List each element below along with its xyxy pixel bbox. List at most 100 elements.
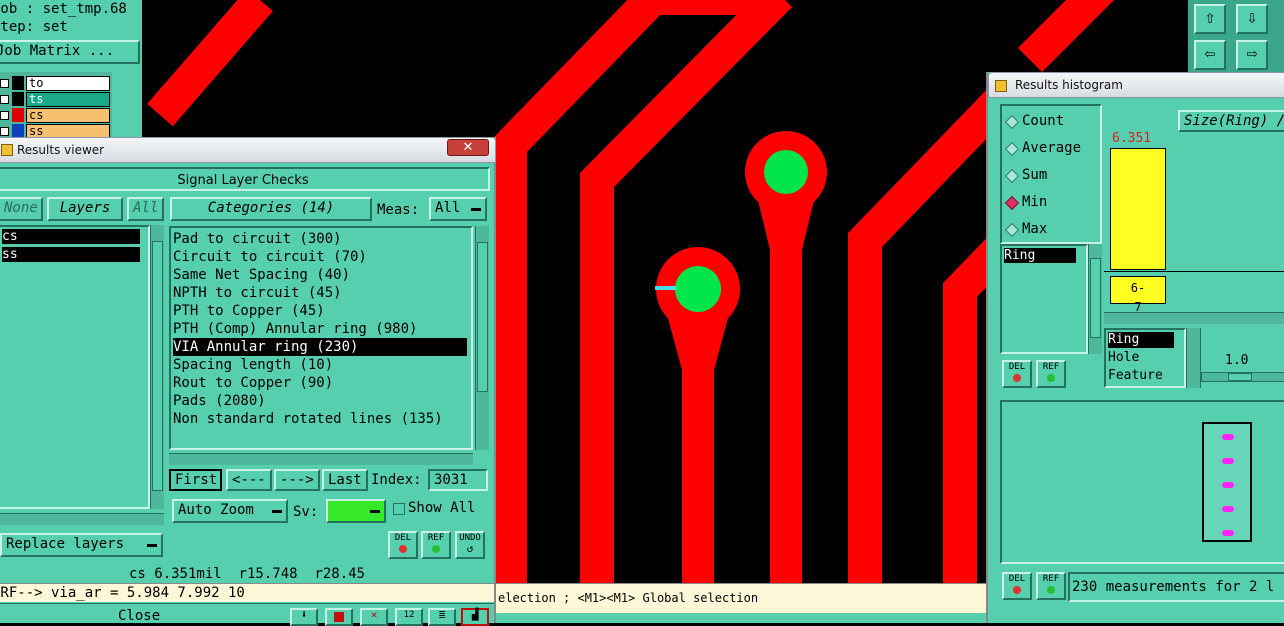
layer-checkbox[interactable]	[0, 111, 9, 120]
meas-value: All	[435, 200, 461, 216]
erf-line-text: ERF--> via_ar = 5.984 7.992 10	[0, 585, 245, 601]
size-ring-button[interactable]: Size(Ring) /	[1178, 110, 1284, 132]
ref-icon[interactable]: REF	[1036, 572, 1066, 600]
scroll-thumb[interactable]	[1090, 258, 1101, 338]
auto-zoom-dropdown[interactable]: Auto Zoom	[172, 499, 288, 523]
slider-thumb[interactable]	[1228, 373, 1252, 381]
attribute-scrollbar[interactable]	[1186, 328, 1200, 388]
histogram-hscroll[interactable]	[1104, 312, 1284, 324]
next-button[interactable]: --->	[274, 469, 320, 491]
status-bar: election ; <M1><M1> Global selection	[496, 583, 988, 613]
category-item-selected[interactable]: VIA Annular ring (230)	[173, 338, 467, 356]
arrow-down-icon[interactable]: ⬇	[290, 608, 318, 626]
job-label: Job : set_tmp.68	[0, 1, 127, 17]
categories-button[interactable]: Categories (14)	[170, 197, 372, 221]
category-item[interactable]: Rout to Copper (90)	[173, 374, 333, 392]
histogram-list-item[interactable]: Ring	[1004, 248, 1076, 263]
chart-baseline	[1104, 271, 1284, 272]
undo-icon[interactable]: UNDO ↺	[455, 531, 485, 559]
attribute-item[interactable]: Hole	[1108, 350, 1139, 366]
close-button[interactable]: Close	[118, 607, 160, 625]
move-up-icon[interactable]: ⇧	[1194, 4, 1226, 34]
close-icon[interactable]: ✕	[447, 139, 489, 156]
histogram-icon[interactable]: ▟	[461, 608, 489, 626]
show-all-checkbox[interactable]	[393, 503, 405, 515]
window-title: Results histogram	[1015, 78, 1123, 92]
results-viewer-titlebar[interactable]: Results viewer ✕	[0, 137, 496, 163]
first-button[interactable]: First	[169, 469, 222, 491]
histogram-bar[interactable]	[1110, 148, 1166, 270]
index-label: Index:	[371, 472, 422, 488]
category-item[interactable]: Pads (2080)	[173, 392, 266, 410]
category-item[interactable]: PTH (Comp) Annular ring (980)	[173, 320, 417, 338]
category-item[interactable]: Non standard rotated lines (135)	[173, 410, 443, 428]
layer-list-scroll[interactable]	[112, 72, 142, 138]
mode-min[interactable]: Min	[1002, 191, 1100, 213]
meas-dropdown[interactable]: All	[429, 197, 487, 221]
histogram-titlebar[interactable]: Results histogram	[988, 72, 1284, 98]
layer-result-item[interactable]: ss	[2, 247, 140, 262]
mode-label: Sum	[1022, 167, 1048, 183]
stop-icon[interactable]	[325, 608, 353, 626]
none-button[interactable]: None	[0, 197, 43, 221]
feature-marker	[1222, 482, 1234, 488]
cancel-icon[interactable]: ✕	[360, 608, 388, 626]
category-item[interactable]: Pad to circuit (300)	[173, 230, 342, 248]
sv-color-dropdown[interactable]	[326, 499, 386, 523]
report-icon[interactable]: ≣	[428, 608, 456, 626]
radio-icon	[1004, 168, 1020, 184]
layer-list-hscroll[interactable]	[0, 513, 164, 525]
ref-icon[interactable]: REF	[1036, 360, 1066, 388]
del-icon[interactable]: DEL	[388, 531, 418, 559]
mode-average[interactable]: Average	[1002, 137, 1100, 159]
feature-preview	[1000, 400, 1284, 564]
attribute-item[interactable]: Feature	[1108, 368, 1163, 384]
attribute-item-selected[interactable]: Ring	[1108, 332, 1174, 348]
categories-hscroll[interactable]	[169, 453, 473, 465]
index-input[interactable]: 3031	[428, 469, 488, 491]
status-line-text: cs 6.351mil r15.748 r28.45	[128, 566, 365, 582]
layer-result-item[interactable]: cs	[2, 229, 140, 244]
del-label: DEL	[1008, 574, 1026, 584]
category-item[interactable]: Spacing length (10)	[173, 356, 333, 374]
last-button[interactable]: Last	[322, 469, 368, 491]
mode-max[interactable]: Max	[1002, 218, 1100, 240]
category-item[interactable]: NPTH to circuit (45)	[173, 284, 342, 302]
layer-checkbox[interactable]	[0, 79, 9, 88]
category-item[interactable]: PTH to Copper (45)	[173, 302, 325, 320]
layer-checkbox[interactable]	[0, 95, 9, 104]
category-item[interactable]: Circuit to circuit (70)	[173, 248, 367, 266]
histogram-list-scrollbar[interactable]	[1088, 244, 1102, 354]
window-app-icon	[995, 80, 1007, 92]
move-left-icon[interactable]: ⇦	[1194, 40, 1226, 70]
step-icon[interactable]: 12	[395, 608, 423, 626]
move-right-icon[interactable]: ⇨	[1236, 40, 1268, 70]
del-icon[interactable]: DEL	[1002, 360, 1032, 388]
layer-checkbox[interactable]	[0, 127, 9, 136]
category-item[interactable]: Same Net Spacing (40)	[173, 266, 350, 284]
feature-marker	[1222, 530, 1234, 536]
slider-track[interactable]	[1201, 372, 1284, 382]
window-app-icon	[1, 144, 13, 156]
feature-marker	[1222, 506, 1234, 512]
results-viewer-header: Signal Layer Checks	[0, 167, 490, 191]
replace-layers-label: Replace layers	[6, 536, 125, 552]
mode-sum[interactable]: Sum	[1002, 164, 1100, 186]
del-icon[interactable]: DEL	[1002, 572, 1032, 600]
prev-button[interactable]: <---	[226, 469, 272, 491]
ref-label: REF	[427, 533, 445, 543]
move-down-icon[interactable]: ⇩	[1236, 4, 1268, 34]
all-layers-button[interactable]: All	[127, 197, 164, 221]
scroll-thumb[interactable]	[477, 242, 488, 392]
layer-name: ts	[26, 92, 110, 107]
scroll-thumb[interactable]	[152, 241, 163, 491]
categories-scrollbar[interactable]	[475, 226, 489, 450]
layer-swatch	[12, 76, 24, 90]
job-matrix-button[interactable]: Job Matrix ...	[0, 40, 140, 64]
ref-icon[interactable]: REF	[421, 531, 451, 559]
layer-list-scrollbar[interactable]	[150, 225, 164, 509]
mode-count[interactable]: Count	[1002, 110, 1100, 132]
replace-layers-dropdown[interactable]: Replace layers	[0, 533, 163, 557]
del-label: DEL	[394, 533, 412, 543]
layers-button[interactable]: Layers	[47, 197, 123, 221]
